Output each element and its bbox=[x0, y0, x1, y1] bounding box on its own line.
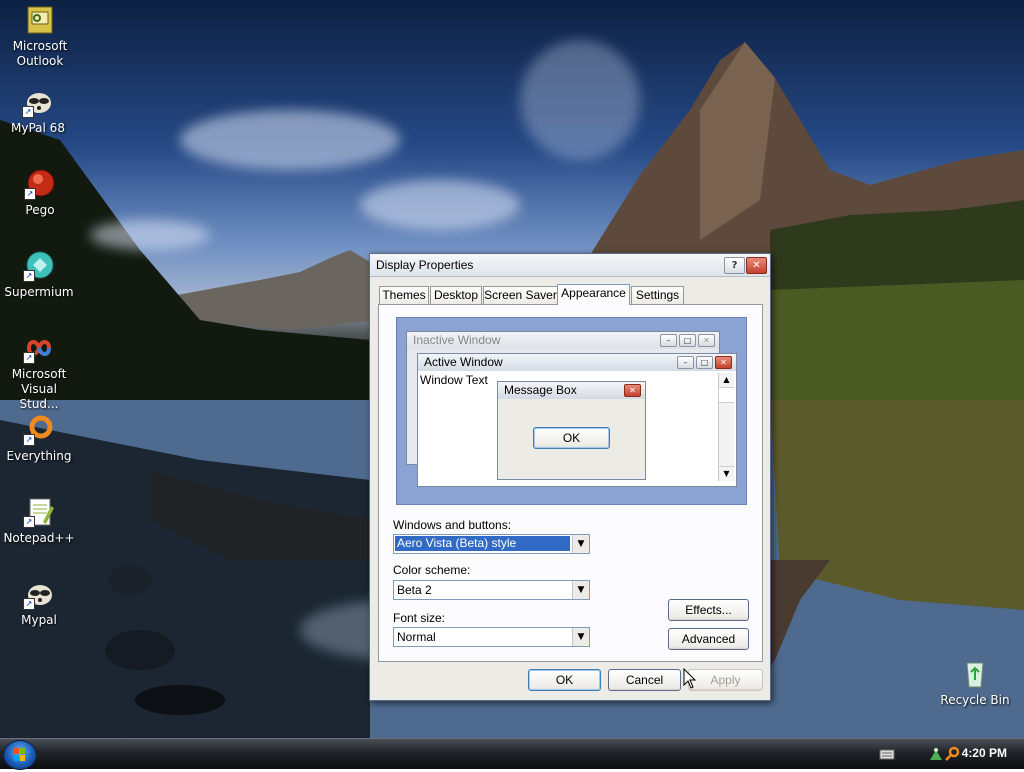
shortcut-arrow-icon: ↗ bbox=[23, 270, 35, 282]
scroll-thumb bbox=[719, 388, 734, 403]
desktop-icon-microsoft-outlook[interactable]: Microsoft Outlook bbox=[2, 4, 78, 69]
maximize-icon: □ bbox=[696, 356, 713, 369]
desktop-icon-label: Notepad++ bbox=[3, 531, 75, 545]
windows-buttons-value: Aero Vista (Beta) style bbox=[395, 536, 570, 551]
desktop-icon-label: MyPal 68 bbox=[11, 121, 65, 135]
raccoon-icon: ↗ bbox=[22, 86, 54, 118]
outlook-icon bbox=[24, 4, 56, 36]
dialog-title: Display Properties bbox=[376, 258, 474, 272]
taskbar: 4:20 PM bbox=[0, 738, 1024, 770]
preview-window-text: Window Text bbox=[420, 373, 488, 387]
visual-studio-icon: ↗ bbox=[23, 332, 55, 364]
desktop-icon-recycle-bin[interactable]: Recycle Bin bbox=[937, 658, 1013, 708]
shortcut-arrow-icon: ↗ bbox=[23, 516, 35, 528]
windows-buttons-select[interactable]: Aero Vista (Beta) style ▼ bbox=[393, 534, 590, 554]
shortcut-arrow-icon: ↗ bbox=[23, 598, 35, 610]
desktop-icon-label: Mypal bbox=[21, 613, 57, 627]
desktop-icon-label: Microsoft Outlook bbox=[12, 39, 68, 68]
font-size-select[interactable]: Normal ▼ bbox=[393, 627, 590, 647]
mouse-cursor-icon bbox=[683, 668, 697, 689]
desktop-icon-label: Microsoft Visual Stud... bbox=[11, 367, 67, 411]
maximize-icon: □ bbox=[679, 334, 696, 347]
dialog-titlebar[interactable]: Display Properties ? ✕ bbox=[370, 254, 770, 277]
windows-logo-icon bbox=[14, 748, 25, 761]
pego-icon: ↗ bbox=[24, 168, 56, 200]
notepad-plus-plus-icon: ↗ bbox=[23, 496, 55, 528]
desktop-icon-label: Supermium bbox=[4, 285, 74, 299]
tab-desktop[interactable]: Desktop bbox=[430, 286, 482, 304]
desktop-icon-everything[interactable]: ↗ Everything bbox=[1, 414, 77, 464]
close-icon: ✕ bbox=[715, 356, 732, 369]
color-scheme-select[interactable]: Beta 2 ▼ bbox=[393, 580, 590, 600]
desktop-icon-notepad-plus-plus[interactable]: ↗ Notepad++ bbox=[1, 496, 77, 546]
network-icon[interactable] bbox=[928, 746, 944, 762]
preview-message-box: Message Box ✕ OK bbox=[497, 381, 646, 480]
appearance-preview: Inactive Window – □ ✕ Active Window – □ ✕ Wi… bbox=[396, 317, 747, 505]
display-properties-dialog: Display Properties ? ✕ Themes Desktop Sc… bbox=[369, 253, 771, 701]
minimize-icon: – bbox=[660, 334, 677, 347]
shortcut-arrow-icon: ↗ bbox=[23, 352, 35, 364]
desktop-icon-visual-studio[interactable]: ↗ Microsoft Visual Stud... bbox=[1, 332, 77, 412]
tab-settings[interactable]: Settings bbox=[631, 286, 684, 304]
color-scheme-label: Color scheme: bbox=[393, 563, 471, 577]
effects-button[interactable]: Effects... bbox=[668, 599, 749, 621]
color-scheme-value: Beta 2 bbox=[397, 583, 432, 597]
close-button[interactable]: ✕ bbox=[746, 257, 767, 274]
scroll-up-icon: ▲ bbox=[719, 373, 734, 388]
tab-screen-saver[interactable]: Screen Saver bbox=[483, 286, 558, 304]
apply-button[interactable]: Apply bbox=[688, 669, 763, 691]
desktop-icon-label: Pego bbox=[25, 203, 55, 217]
tab-appearance[interactable]: Appearance bbox=[557, 284, 630, 305]
advanced-button[interactable]: Advanced bbox=[668, 628, 749, 650]
cancel-button[interactable]: Cancel bbox=[608, 669, 681, 691]
close-icon: ✕ bbox=[698, 334, 715, 347]
minimize-icon: – bbox=[677, 356, 694, 369]
scroll-down-icon: ▼ bbox=[719, 466, 734, 481]
font-size-label: Font size: bbox=[393, 611, 446, 625]
raccoon-icon: ↗ bbox=[23, 578, 55, 610]
shortcut-arrow-icon: ↗ bbox=[24, 188, 36, 200]
supermium-icon: ↗ bbox=[23, 250, 55, 282]
shortcut-arrow-icon: ↗ bbox=[23, 434, 35, 446]
system-tray: 4:20 PM bbox=[864, 739, 1024, 769]
shortcut-arrow-icon: ↗ bbox=[22, 106, 34, 118]
clock[interactable]: 4:20 PM bbox=[962, 746, 1007, 760]
chevron-down-icon[interactable]: ▼ bbox=[572, 628, 589, 646]
chevron-down-icon[interactable]: ▼ bbox=[572, 535, 589, 553]
desktop-icon-supermium[interactable]: ↗ Supermium bbox=[1, 250, 77, 300]
windows-buttons-label: Windows and buttons: bbox=[393, 518, 512, 532]
desktop-icon-label: Recycle Bin bbox=[940, 693, 1010, 707]
font-size-value: Normal bbox=[397, 630, 436, 644]
help-button[interactable]: ? bbox=[724, 257, 745, 274]
preview-ok-button: OK bbox=[533, 427, 610, 449]
appearance-panel: Inactive Window – □ ✕ Active Window – □ ✕ Wi… bbox=[378, 304, 763, 662]
tab-themes[interactable]: Themes bbox=[379, 286, 429, 304]
recycle-bin-icon bbox=[959, 658, 991, 690]
desktop-icon-pego[interactable]: ↗ Pego bbox=[2, 168, 78, 218]
keyboard-icon[interactable] bbox=[879, 747, 895, 761]
everything-search-icon: ↗ bbox=[23, 414, 55, 446]
ok-button[interactable]: OK bbox=[528, 669, 601, 691]
preview-scrollbar: ▲ ▼ bbox=[718, 373, 734, 481]
chevron-down-icon[interactable]: ▼ bbox=[572, 581, 589, 599]
start-button[interactable] bbox=[3, 740, 37, 770]
close-icon: ✕ bbox=[624, 384, 641, 397]
desktop-icon-label: Everything bbox=[6, 449, 72, 463]
search-icon[interactable] bbox=[944, 746, 960, 762]
desktop-icon-mypal-68[interactable]: ↗ MyPal 68 bbox=[0, 86, 76, 136]
desktop-icon-mypal[interactable]: ↗ Mypal bbox=[1, 578, 77, 628]
